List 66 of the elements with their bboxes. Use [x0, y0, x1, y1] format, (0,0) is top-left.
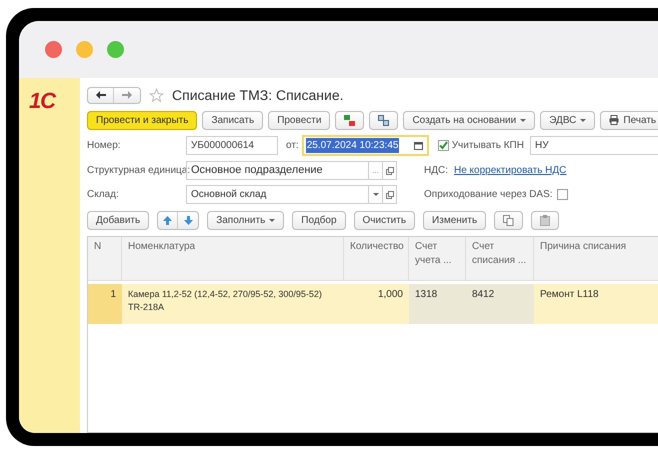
- menu-button[interactable]: Заполнить: [207, 210, 284, 230]
- logo: 1С: [29, 88, 55, 113]
- toolbar-button[interactable]: Подбор: [292, 210, 346, 230]
- table-cell: 8412: [466, 284, 534, 324]
- column-header[interactable]: Счет списания ...: [466, 237, 534, 280]
- table-cell-text: Ремонт L118: [539, 288, 600, 302]
- dt-kt-icon: [344, 114, 356, 126]
- open-icon: [386, 166, 394, 174]
- document-title: Списание ТМЗ: Списание.: [172, 86, 344, 104]
- menu-button[interactable]: Создать на основании: [403, 110, 536, 130]
- caret-icon: [520, 118, 526, 122]
- warehouse-field[interactable]: Основной склад: [186, 185, 369, 204]
- toolbar-button[interactable]: Провести: [268, 110, 330, 130]
- arrow-right-icon: [122, 91, 132, 99]
- structure-button[interactable]: [369, 110, 398, 130]
- field-label: Склад:: [87, 188, 120, 202]
- clipboard-icon: [540, 214, 550, 226]
- toolbar-button[interactable]: Добавить: [87, 210, 150, 230]
- column-header[interactable]: Причина списания: [534, 237, 658, 280]
- date-value: 25.07.2024 10:23:45: [306, 138, 400, 153]
- post-and-close-button[interactable]: Провести и закрыть: [87, 110, 198, 130]
- open-icon: [386, 190, 394, 198]
- toolbar-button[interactable]: Очистить: [354, 210, 416, 230]
- checkbox[interactable]: [438, 140, 449, 151]
- print-button[interactable]: Печать: [600, 110, 658, 130]
- caret-icon: [580, 118, 586, 122]
- table-cell: 1: [88, 284, 122, 324]
- table-cell-text: Камера 11,2-52 (12,4-52, 270/95-52, 300/95-52) TR-218A: [127, 288, 323, 314]
- column-header[interactable]: Количество: [344, 237, 409, 280]
- printer-icon: [609, 115, 620, 125]
- field-label: Номер:: [87, 139, 122, 153]
- field-label: от:: [286, 139, 299, 153]
- arrow-up-icon: [163, 216, 172, 224]
- structure-icon: [378, 114, 390, 126]
- kpn-field[interactable]: НУ: [530, 136, 658, 155]
- calendar-icon: [414, 142, 423, 150]
- open-button[interactable]: [383, 161, 397, 180]
- column-header[interactable]: Счет учета ...: [409, 237, 466, 280]
- table-cell-text: 1,000: [376, 288, 404, 302]
- table-cell: 1318: [409, 284, 466, 324]
- arrow-left-icon: [96, 91, 106, 99]
- checkmark-icon: [438, 141, 448, 150]
- open-button[interactable]: [383, 185, 397, 204]
- field-label: НДС:: [424, 164, 448, 178]
- toolbar-button[interactable]: Записать: [202, 110, 264, 130]
- dt-kt-button[interactable]: [335, 110, 364, 130]
- select-button[interactable]: ...: [369, 161, 383, 180]
- caret-icon: [372, 193, 378, 196]
- table-row[interactable]: 1 Камера 11,2-52 (12,4-52, 270/95-52, 300/95-52) TR-218A 1,000 1318 8412 Ремонт L118: [88, 284, 658, 324]
- checkbox[interactable]: [556, 189, 568, 200]
- copy-button[interactable]: [494, 210, 524, 230]
- dropdown-button[interactable]: [369, 185, 383, 204]
- menu-button[interactable]: ЭДВС: [540, 110, 596, 130]
- caret-icon: [269, 218, 276, 222]
- date-field[interactable]: 25.07.2024 10:23:45: [302, 135, 429, 156]
- column-header[interactable]: N: [88, 237, 122, 280]
- vat-link[interactable]: Не корректировать НДС: [454, 163, 566, 178]
- column-header[interactable]: Номенклатура: [122, 237, 344, 280]
- arrow-down-icon: [184, 216, 193, 224]
- toolbar-button[interactable]: Изменить: [423, 210, 486, 230]
- copy-icon: [503, 214, 514, 226]
- checkbox-label: Учитывать КПН: [452, 139, 524, 153]
- checkbox-label: Оприходование через DAS:: [424, 188, 553, 202]
- star-icon[interactable]: [149, 88, 164, 102]
- number-field[interactable]: УБ000000614: [186, 136, 278, 155]
- paste-button[interactable]: [531, 210, 560, 230]
